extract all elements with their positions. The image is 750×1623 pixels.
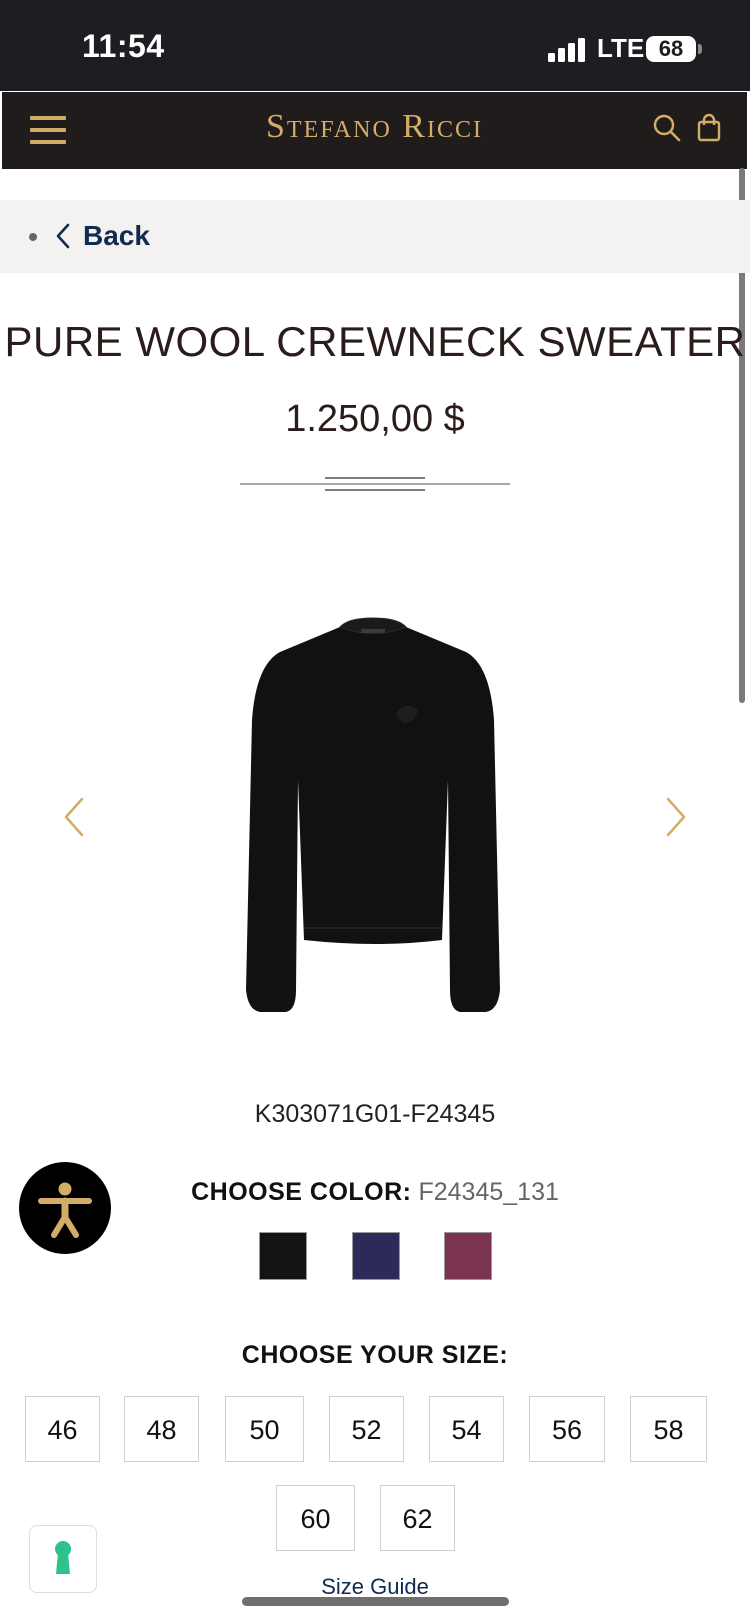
battery-nub: [698, 44, 702, 54]
breadcrumb-bullet: [29, 233, 37, 241]
chevron-left-icon: [56, 223, 70, 249]
product-sku: K303071G01-F24345: [254, 1100, 496, 1128]
breadcrumb: Back: [0, 200, 750, 273]
status-time: 11:54: [82, 28, 165, 64]
product-price: 1.250,00 $: [285, 398, 465, 440]
size-option-60[interactable]: 60: [276, 1485, 355, 1551]
shopping-bag-icon[interactable]: [694, 112, 726, 144]
size-option-50[interactable]: 50: [225, 1396, 304, 1462]
size-option-54[interactable]: 54: [429, 1396, 504, 1462]
accessibility-icon: [38, 1182, 92, 1238]
color-swatch-burgundy[interactable]: [444, 1232, 492, 1280]
size-option-52[interactable]: 52: [329, 1396, 404, 1462]
size-option-48[interactable]: 48: [124, 1396, 199, 1462]
color-swatch-black[interactable]: [259, 1232, 307, 1280]
size-option-46[interactable]: 46: [25, 1396, 100, 1462]
cellular-signal-icon: [548, 38, 586, 62]
product-image[interactable]: [228, 610, 518, 1030]
back-button[interactable]: Back: [55, 214, 150, 258]
product-title: PURE WOOL CREWNECK SWEATER: [4, 318, 746, 365]
choose-size-label: CHOOSE YOUR SIZE:: [241, 1341, 509, 1369]
keyhole-icon: [55, 1541, 71, 1574]
selected-color-code: F24345_131: [418, 1178, 559, 1206]
next-image-arrow-icon[interactable]: [660, 795, 690, 839]
color-selector-label: CHOOSE COLOR: F24345_131: [0, 1178, 750, 1207]
accessibility-button[interactable]: [19, 1162, 111, 1254]
brand-logo[interactable]: Stefano Ricci: [2, 108, 747, 146]
network-type: LTE: [597, 33, 645, 63]
battery-level: 68: [658, 36, 684, 61]
ornament-divider: [240, 477, 510, 491]
back-label: Back: [83, 220, 150, 251]
home-indicator: [242, 1597, 509, 1606]
site-header: Stefano Ricci: [2, 92, 747, 169]
status-bar: 11:54 LTE 68: [0, 0, 750, 91]
size-option-58[interactable]: 58: [630, 1396, 707, 1462]
search-icon[interactable]: [651, 112, 683, 144]
color-swatch-navy[interactable]: [352, 1232, 400, 1280]
size-option-62[interactable]: 62: [380, 1485, 455, 1551]
choose-color-label: CHOOSE COLOR:: [191, 1178, 412, 1206]
battery-icon: 68: [646, 36, 696, 62]
size-option-56[interactable]: 56: [529, 1396, 605, 1462]
previous-image-arrow-icon[interactable]: [60, 795, 90, 839]
keyhole-button[interactable]: [29, 1525, 97, 1593]
